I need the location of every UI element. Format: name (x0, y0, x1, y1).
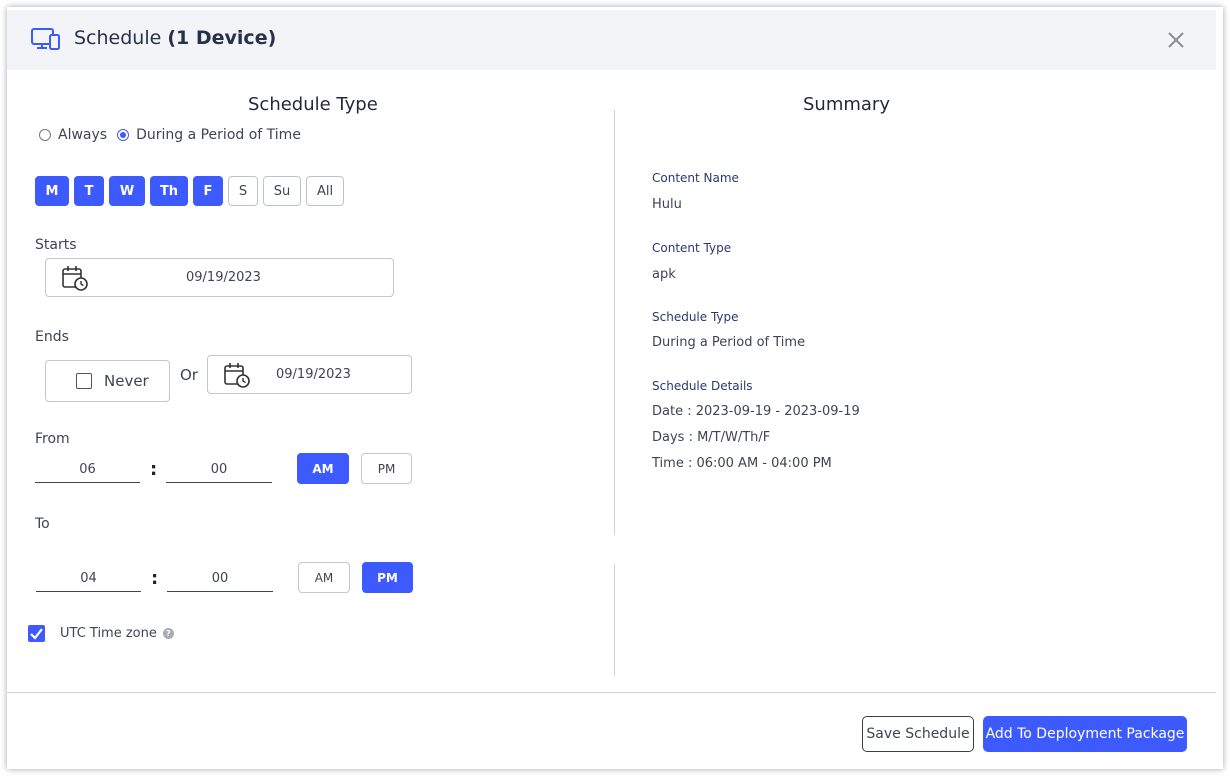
schedule-type-heading: Schedule Type (248, 94, 378, 115)
schedule-type-radios: Always During a Period of Time (39, 127, 311, 143)
ends-label: Ends (35, 329, 69, 345)
never-checkbox-box[interactable] (76, 373, 92, 389)
dialog-header: Schedule (1 Device) (7, 10, 1216, 70)
schedule-type-label: Schedule Type (652, 310, 739, 324)
radio-period-indicator[interactable] (117, 129, 130, 141)
from-label: From (35, 431, 70, 447)
to-minute-input[interactable]: 00 (167, 566, 273, 592)
schedule-dialog (7, 7, 1223, 769)
dialog-title: Schedule (1 Device) (74, 27, 277, 49)
utc-label: UTC Time zone (60, 626, 157, 641)
start-date-value: 09/19/2023 (186, 270, 261, 285)
radio-always[interactable]: Always (39, 127, 107, 143)
utc-timezone-row: UTC Time zone ? (28, 625, 174, 642)
from-minute-input[interactable]: 00 (166, 457, 272, 483)
starts-label: Starts (35, 237, 77, 253)
calendar-clock-icon[interactable] (61, 265, 89, 291)
content-type-label: Content Type (652, 241, 732, 255)
day-button-thu[interactable]: Th (150, 176, 188, 206)
summary-heading: Summary (803, 94, 890, 115)
calendar-clock-icon[interactable] (223, 362, 251, 388)
from-am-button[interactable]: AM (297, 453, 349, 484)
utc-checkbox[interactable] (28, 625, 45, 642)
from-hour-input[interactable]: 06 (35, 457, 140, 483)
schedule-days-line: Days : M/T/W/Th/F (652, 430, 771, 445)
end-date-value: 09/19/2023 (276, 367, 351, 382)
save-schedule-button[interactable]: Save Schedule (862, 716, 974, 752)
from-pm-button[interactable]: PM (361, 453, 412, 484)
never-label: Never (104, 372, 149, 390)
content-name-label: Content Name (652, 171, 739, 185)
day-button-sun[interactable]: Su (263, 176, 301, 206)
to-am-button[interactable]: AM (298, 562, 350, 593)
from-time-separator: : (150, 459, 158, 480)
schedule-time-line: Time : 06:00 AM - 04:00 PM (652, 456, 832, 471)
radio-period[interactable]: During a Period of Time (117, 127, 301, 143)
schedule-details-label: Schedule Details (652, 379, 753, 393)
day-button-wed[interactable]: W (109, 176, 145, 206)
never-checkbox[interactable]: Never (45, 360, 170, 402)
to-hour-input[interactable]: 04 (36, 566, 141, 592)
column-divider-top (614, 110, 615, 535)
day-button-tue[interactable]: T (74, 176, 104, 206)
day-button-all[interactable]: All (306, 176, 344, 206)
help-icon[interactable]: ? (162, 628, 174, 639)
start-date-field[interactable]: 09/19/2023 (45, 258, 394, 297)
end-date-field[interactable]: 09/19/2023 (207, 355, 412, 394)
footer-divider (7, 692, 1216, 693)
day-button-sat[interactable]: S (228, 176, 258, 206)
to-time-separator: : (151, 568, 159, 589)
to-label: To (35, 516, 50, 532)
schedule-date-line: Date : 2023-09-19 - 2023-09-19 (652, 404, 860, 419)
add-to-deployment-package-button[interactable]: Add To Deployment Package (983, 716, 1187, 752)
to-pm-button[interactable]: PM (362, 562, 413, 593)
content-name-value: Hulu (652, 197, 682, 212)
radio-period-label: During a Period of Time (136, 127, 301, 143)
day-selector: M T W Th F S Su All (35, 176, 349, 206)
radio-always-label: Always (58, 127, 108, 143)
monitor-phone-icon (31, 28, 60, 50)
day-button-fri[interactable]: F (193, 176, 223, 206)
day-button-mon[interactable]: M (35, 176, 69, 206)
column-divider-bottom (614, 564, 615, 676)
schedule-type-value: During a Period of Time (652, 335, 806, 350)
radio-always-indicator[interactable] (39, 129, 51, 141)
checkmark-icon (30, 628, 43, 640)
close-icon[interactable] (1167, 31, 1185, 49)
content-type-value: apk (652, 267, 676, 282)
or-label: Or (180, 366, 198, 384)
